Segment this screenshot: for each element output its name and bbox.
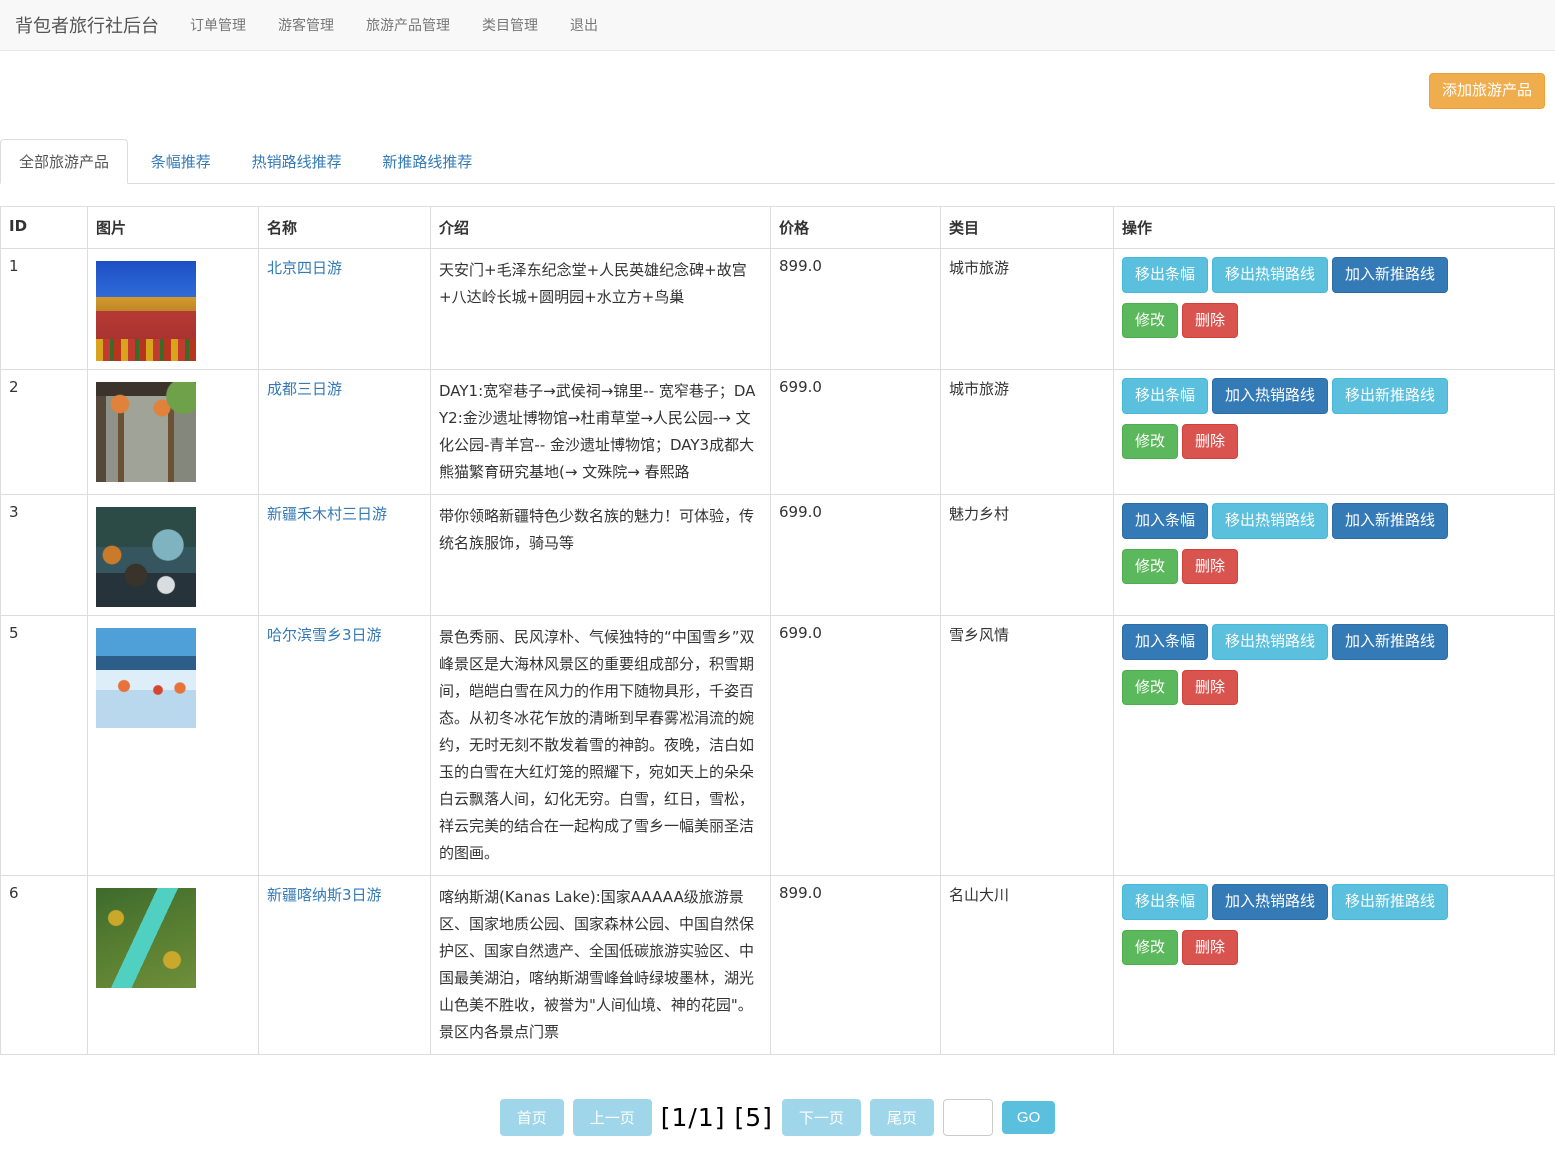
products-table: ID 图片 名称 介绍 价格 类目 操作 1 北京四日游 天安门+毛泽东纪念堂+… <box>0 206 1555 1055</box>
col-header-id: ID <box>1 206 88 248</box>
nav-item-logout[interactable]: 退出 <box>554 0 614 50</box>
cell-description: DAY1:宽窄巷子→武侯祠→锦里-- 宽窄巷子；DAY2:金沙遗址博物馆→杜甫草… <box>431 369 771 494</box>
add-product-button[interactable]: 添加旅游产品 <box>1429 73 1545 109</box>
nav-item-products[interactable]: 旅游产品管理 <box>350 0 466 50</box>
cell-id: 5 <box>1 615 88 875</box>
remove-new-route-button[interactable]: 移出新推路线 <box>1332 378 1448 414</box>
page-number-input[interactable] <box>943 1099 993 1136</box>
cell-category: 城市旅游 <box>941 248 1114 369</box>
add-new-route-button[interactable]: 加入新推路线 <box>1332 503 1448 539</box>
nav-item-tourists[interactable]: 游客管理 <box>262 0 350 50</box>
product-image-hemu-village <box>96 507 196 607</box>
page-status: [1/1] [5] <box>661 1103 773 1132</box>
product-tabs: 全部旅游产品 条幅推荐 热销路线推荐 新推路线推荐 <box>0 139 1555 184</box>
remove-banner-button[interactable]: 移出条幅 <box>1122 378 1208 414</box>
col-header-image: 图片 <box>88 206 259 248</box>
table-row: 1 北京四日游 天安门+毛泽东纪念堂+人民英雄纪念碑+故宫+八达岭长城+圆明园+… <box>1 248 1555 369</box>
cell-description: 景色秀丽、民风淳朴、气候独特的“中国雪乡”双峰景区是大海林风景区的重要组成部分，… <box>431 615 771 875</box>
delete-button[interactable]: 删除 <box>1182 670 1238 706</box>
table-header-row: ID 图片 名称 介绍 价格 类目 操作 <box>1 206 1555 248</box>
nav-item-categories[interactable]: 类目管理 <box>466 0 554 50</box>
next-page-button[interactable]: 下一页 <box>782 1099 861 1136</box>
remove-banner-button[interactable]: 移出条幅 <box>1122 884 1208 920</box>
cell-category: 名山大川 <box>941 875 1114 1054</box>
nav-item-orders[interactable]: 订单管理 <box>174 0 262 50</box>
prev-page-button[interactable]: 上一页 <box>573 1099 652 1136</box>
cell-id: 2 <box>1 369 88 494</box>
product-name-link[interactable]: 成都三日游 <box>267 380 342 398</box>
product-image-beijing-tiananmen <box>96 261 196 361</box>
first-page-button[interactable]: 首页 <box>500 1099 564 1136</box>
col-header-desc: 介绍 <box>431 206 771 248</box>
col-header-actions: 操作 <box>1114 206 1555 248</box>
remove-hot-route-button[interactable]: 移出热销路线 <box>1212 257 1328 293</box>
edit-button[interactable]: 修改 <box>1122 549 1178 585</box>
pagination: 首页 上一页 [1/1] [5] 下一页 尾页 GO <box>0 1099 1555 1136</box>
cell-id: 6 <box>1 875 88 1054</box>
cell-id: 1 <box>1 248 88 369</box>
tab-new-route-recommend[interactable]: 新推路线推荐 <box>364 140 490 183</box>
delete-button[interactable]: 删除 <box>1182 424 1238 460</box>
col-header-category: 类目 <box>941 206 1114 248</box>
table-row: 6 新疆喀纳斯3日游 喀纳斯湖(Kanas Lake):国家AAAAA级旅游景区… <box>1 875 1555 1054</box>
col-header-name: 名称 <box>259 206 431 248</box>
table-row: 3 新疆禾木村三日游 带你领略新疆特色少数名族的魅力！可体验，传统名族服饰，骑马… <box>1 494 1555 615</box>
product-name-link[interactable]: 北京四日游 <box>267 259 342 277</box>
delete-button[interactable]: 删除 <box>1182 549 1238 585</box>
tab-banner-recommend[interactable]: 条幅推荐 <box>133 140 229 183</box>
cell-id: 3 <box>1 494 88 615</box>
add-hot-route-button[interactable]: 加入热销路线 <box>1212 378 1328 414</box>
cell-price: 699.0 <box>771 494 941 615</box>
tab-all-products[interactable]: 全部旅游产品 <box>0 139 128 184</box>
delete-button[interactable]: 删除 <box>1182 303 1238 339</box>
add-new-route-button[interactable]: 加入新推路线 <box>1332 257 1448 293</box>
delete-button[interactable]: 删除 <box>1182 930 1238 966</box>
top-navbar: 背包者旅行社后台 订单管理 游客管理 旅游产品管理 类目管理 退出 <box>0 0 1555 51</box>
add-new-route-button[interactable]: 加入新推路线 <box>1332 624 1448 660</box>
remove-hot-route-button[interactable]: 移出热销路线 <box>1212 503 1328 539</box>
app-title: 背包者旅行社后台 <box>15 12 174 38</box>
edit-button[interactable]: 修改 <box>1122 670 1178 706</box>
cell-category: 魅力乡村 <box>941 494 1114 615</box>
go-button[interactable]: GO <box>1002 1101 1055 1134</box>
remove-banner-button[interactable]: 移出条幅 <box>1122 257 1208 293</box>
toolbar: 添加旅游产品 <box>0 51 1555 123</box>
product-image-harbin-snow-village <box>96 628 196 728</box>
table-row: 2 成都三日游 DAY1:宽窄巷子→武侯祠→锦里-- 宽窄巷子；DAY2:金沙遗… <box>1 369 1555 494</box>
cell-description: 喀纳斯湖(Kanas Lake):国家AAAAA级旅游景区、国家地质公园、国家森… <box>431 875 771 1054</box>
cell-description: 天安门+毛泽东纪念堂+人民英雄纪念碑+故宫+八达岭长城+圆明园+水立方+鸟巢 <box>431 248 771 369</box>
edit-button[interactable]: 修改 <box>1122 930 1178 966</box>
tab-hot-route-recommend[interactable]: 热销路线推荐 <box>234 140 360 183</box>
cell-price: 699.0 <box>771 369 941 494</box>
cell-price: 899.0 <box>771 875 941 1054</box>
remove-new-route-button[interactable]: 移出新推路线 <box>1332 884 1448 920</box>
edit-button[interactable]: 修改 <box>1122 303 1178 339</box>
cell-price: 699.0 <box>771 615 941 875</box>
last-page-button[interactable]: 尾页 <box>870 1099 934 1136</box>
product-image-kanas-lake <box>96 888 196 988</box>
remove-hot-route-button[interactable]: 移出热销路线 <box>1212 624 1328 660</box>
table-row: 5 哈尔滨雪乡3日游 景色秀丽、民风淳朴、气候独特的“中国雪乡”双峰景区是大海林… <box>1 615 1555 875</box>
add-banner-button[interactable]: 加入条幅 <box>1122 624 1208 660</box>
cell-price: 899.0 <box>771 248 941 369</box>
cell-description: 带你领略新疆特色少数名族的魅力！可体验，传统名族服饰，骑马等 <box>431 494 771 615</box>
add-hot-route-button[interactable]: 加入热销路线 <box>1212 884 1328 920</box>
cell-category: 雪乡风情 <box>941 615 1114 875</box>
add-banner-button[interactable]: 加入条幅 <box>1122 503 1208 539</box>
edit-button[interactable]: 修改 <box>1122 424 1178 460</box>
cell-category: 城市旅游 <box>941 369 1114 494</box>
product-name-link[interactable]: 哈尔滨雪乡3日游 <box>267 626 382 644</box>
product-name-link[interactable]: 新疆喀纳斯3日游 <box>267 886 382 904</box>
product-image-chengdu-gate <box>96 382 196 482</box>
product-name-link[interactable]: 新疆禾木村三日游 <box>267 505 387 523</box>
col-header-price: 价格 <box>771 206 941 248</box>
